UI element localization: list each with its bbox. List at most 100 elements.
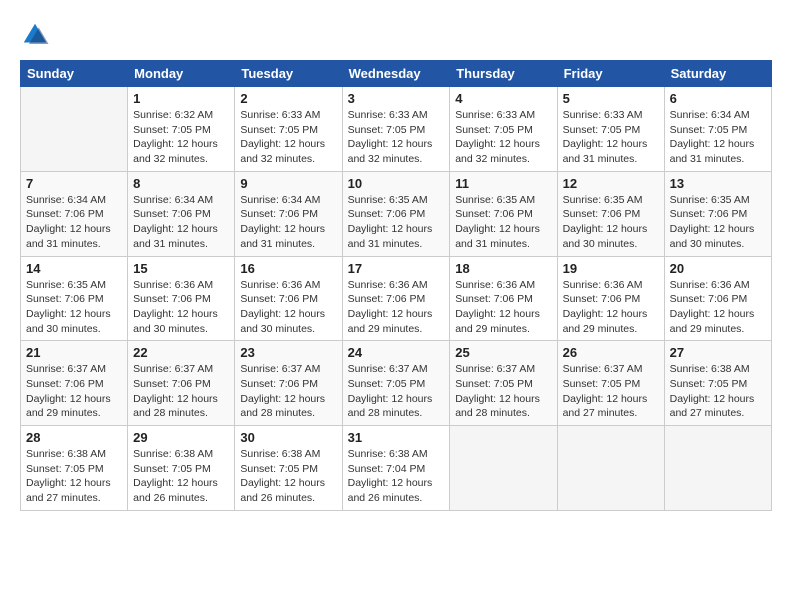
calendar-cell: 1Sunrise: 6:32 AM Sunset: 7:05 PM Daylig… (128, 87, 235, 172)
day-info: Sunrise: 6:36 AM Sunset: 7:06 PM Dayligh… (563, 278, 659, 337)
calendar-cell: 20 Sunrise: 6:36 AM Sunset: 7:06 PM Dayli… (664, 256, 771, 341)
calendar-cell (557, 426, 664, 511)
day-info: Sunrise: 6:33 AM Sunset: 7:05 PM Dayligh… (563, 108, 659, 167)
day-info: Sunrise: 6:35 AM Sunset: 7:06 PM Dayligh… (26, 278, 122, 337)
day-number: 4 (455, 91, 551, 106)
calendar-cell: 7 Sunrise: 6:34 AM Sunset: 7:06 PM Daylig… (21, 171, 128, 256)
calendar-cell (664, 426, 771, 511)
day-number: 26 (563, 345, 659, 360)
calendar-cell (450, 426, 557, 511)
calendar-cell: 17 Sunrise: 6:36 AM Sunset: 7:06 PM Dayli… (342, 256, 450, 341)
day-number: 5 (563, 91, 659, 106)
calendar-cell: 23Sunrise: 6:37 AM Sunset: 7:06 PM Dayli… (235, 341, 342, 426)
weekday-header: Wednesday (342, 61, 450, 87)
calendar-cell: 14 Sunrise: 6:35 AM Sunset: 7:06 PM Dayli… (21, 256, 128, 341)
day-info: Sunrise: 6:36 AM Sunset: 7:06 PM Dayligh… (455, 278, 551, 337)
day-info: Sunrise: 6:35 AM Sunset: 7:06 PM Dayligh… (455, 193, 551, 252)
day-number: 21 (26, 345, 122, 360)
day-info: Sunrise: 6:36 AM Sunset: 7:06 PM Dayligh… (133, 278, 229, 337)
day-info: Sunrise: 6:34 AM Sunset: 7:05 PM Dayligh… (670, 108, 766, 167)
day-number: 18 (455, 261, 551, 276)
day-info: Sunrise: 6:36 AM Sunset: 7:06 PM Dayligh… (670, 278, 766, 337)
calendar-cell: 3 Sunrise: 6:33 AM Sunset: 7:05 PM Daylig… (342, 87, 450, 172)
day-number: 25 (455, 345, 551, 360)
calendar-week-row: 28 Sunrise: 6:38 AM Sunset: 7:05 PM Dayli… (21, 426, 772, 511)
day-info: Sunrise: 6:37 AM Sunset: 7:05 PM Dayligh… (348, 362, 445, 421)
day-number: 3 (348, 91, 445, 106)
weekday-header: Monday (128, 61, 235, 87)
day-number: 29 (133, 430, 229, 445)
day-number: 7 (26, 176, 122, 191)
day-number: 13 (670, 176, 766, 191)
calendar-cell: 29Sunrise: 6:38 AM Sunset: 7:05 PM Dayli… (128, 426, 235, 511)
calendar-cell: 28 Sunrise: 6:38 AM Sunset: 7:05 PM Dayli… (21, 426, 128, 511)
day-info: Sunrise: 6:38 AM Sunset: 7:04 PM Dayligh… (348, 447, 445, 506)
calendar-week-row: 7 Sunrise: 6:34 AM Sunset: 7:06 PM Daylig… (21, 171, 772, 256)
calendar-cell: 10 Sunrise: 6:35 AM Sunset: 7:06 PM Dayli… (342, 171, 450, 256)
calendar-table: SundayMondayTuesdayWednesdayThursdayFrid… (20, 60, 772, 511)
calendar-cell (21, 87, 128, 172)
page: SundayMondayTuesdayWednesdayThursdayFrid… (0, 0, 792, 521)
calendar-week-row: 21 Sunrise: 6:37 AM Sunset: 7:06 PM Dayli… (21, 341, 772, 426)
day-number: 24 (348, 345, 445, 360)
day-number: 2 (240, 91, 336, 106)
day-number: 17 (348, 261, 445, 276)
calendar-cell: 2 Sunrise: 6:33 AM Sunset: 7:05 PM Daylig… (235, 87, 342, 172)
logo (20, 20, 54, 50)
weekday-header: Friday (557, 61, 664, 87)
day-info: Sunrise: 6:37 AM Sunset: 7:06 PM Dayligh… (26, 362, 122, 421)
calendar-cell: 9Sunrise: 6:34 AM Sunset: 7:06 PM Daylig… (235, 171, 342, 256)
day-number: 8 (133, 176, 229, 191)
calendar-cell: 26 Sunrise: 6:37 AM Sunset: 7:05 PM Dayli… (557, 341, 664, 426)
day-info: Sunrise: 6:33 AM Sunset: 7:05 PM Dayligh… (240, 108, 336, 167)
day-number: 30 (240, 430, 336, 445)
calendar-cell: 13 Sunrise: 6:35 AM Sunset: 7:06 PM Dayli… (664, 171, 771, 256)
calendar-cell: 22Sunrise: 6:37 AM Sunset: 7:06 PM Dayli… (128, 341, 235, 426)
day-number: 14 (26, 261, 122, 276)
logo-icon (20, 20, 50, 50)
calendar-cell: 6 Sunrise: 6:34 AM Sunset: 7:05 PM Daylig… (664, 87, 771, 172)
calendar-cell: 5 Sunrise: 6:33 AM Sunset: 7:05 PM Daylig… (557, 87, 664, 172)
day-info: Sunrise: 6:34 AM Sunset: 7:06 PM Dayligh… (26, 193, 122, 252)
day-number: 20 (670, 261, 766, 276)
day-number: 27 (670, 345, 766, 360)
weekday-header: Saturday (664, 61, 771, 87)
calendar-cell: 30 Sunrise: 6:38 AM Sunset: 7:05 PM Dayli… (235, 426, 342, 511)
calendar-cell: 15Sunrise: 6:36 AM Sunset: 7:06 PM Dayli… (128, 256, 235, 341)
calendar-cell: 8 Sunrise: 6:34 AM Sunset: 7:06 PM Daylig… (128, 171, 235, 256)
day-number: 19 (563, 261, 659, 276)
day-info: Sunrise: 6:33 AM Sunset: 7:05 PM Dayligh… (455, 108, 551, 167)
day-number: 28 (26, 430, 122, 445)
day-number: 10 (348, 176, 445, 191)
day-info: Sunrise: 6:34 AM Sunset: 7:06 PM Dayligh… (133, 193, 229, 252)
day-number: 1 (133, 91, 229, 106)
day-number: 11 (455, 176, 551, 191)
calendar-header: SundayMondayTuesdayWednesdayThursdayFrid… (21, 61, 772, 87)
weekday-header: Thursday (450, 61, 557, 87)
header-row: SundayMondayTuesdayWednesdayThursdayFrid… (21, 61, 772, 87)
calendar-cell: 12Sunrise: 6:35 AM Sunset: 7:06 PM Dayli… (557, 171, 664, 256)
calendar-cell: 11 Sunrise: 6:35 AM Sunset: 7:06 PM Dayli… (450, 171, 557, 256)
day-number: 6 (670, 91, 766, 106)
calendar-cell: 4 Sunrise: 6:33 AM Sunset: 7:05 PM Daylig… (450, 87, 557, 172)
calendar-cell: 27Sunrise: 6:38 AM Sunset: 7:05 PM Dayli… (664, 341, 771, 426)
day-info: Sunrise: 6:38 AM Sunset: 7:05 PM Dayligh… (26, 447, 122, 506)
day-info: Sunrise: 6:35 AM Sunset: 7:06 PM Dayligh… (670, 193, 766, 252)
calendar-body: 1Sunrise: 6:32 AM Sunset: 7:05 PM Daylig… (21, 87, 772, 511)
day-info: Sunrise: 6:37 AM Sunset: 7:05 PM Dayligh… (455, 362, 551, 421)
day-info: Sunrise: 6:38 AM Sunset: 7:05 PM Dayligh… (240, 447, 336, 506)
day-info: Sunrise: 6:37 AM Sunset: 7:05 PM Dayligh… (563, 362, 659, 421)
calendar-cell: 19 Sunrise: 6:36 AM Sunset: 7:06 PM Dayli… (557, 256, 664, 341)
calendar-week-row: 1Sunrise: 6:32 AM Sunset: 7:05 PM Daylig… (21, 87, 772, 172)
day-info: Sunrise: 6:36 AM Sunset: 7:06 PM Dayligh… (348, 278, 445, 337)
day-number: 23 (240, 345, 336, 360)
day-number: 16 (240, 261, 336, 276)
calendar-week-row: 14 Sunrise: 6:35 AM Sunset: 7:06 PM Dayli… (21, 256, 772, 341)
day-info: Sunrise: 6:35 AM Sunset: 7:06 PM Dayligh… (348, 193, 445, 252)
day-number: 22 (133, 345, 229, 360)
weekday-header: Tuesday (235, 61, 342, 87)
day-info: Sunrise: 6:33 AM Sunset: 7:05 PM Dayligh… (348, 108, 445, 167)
day-info: Sunrise: 6:35 AM Sunset: 7:06 PM Dayligh… (563, 193, 659, 252)
calendar-cell: 16Sunrise: 6:36 AM Sunset: 7:06 PM Dayli… (235, 256, 342, 341)
calendar-cell: 25 Sunrise: 6:37 AM Sunset: 7:05 PM Dayli… (450, 341, 557, 426)
